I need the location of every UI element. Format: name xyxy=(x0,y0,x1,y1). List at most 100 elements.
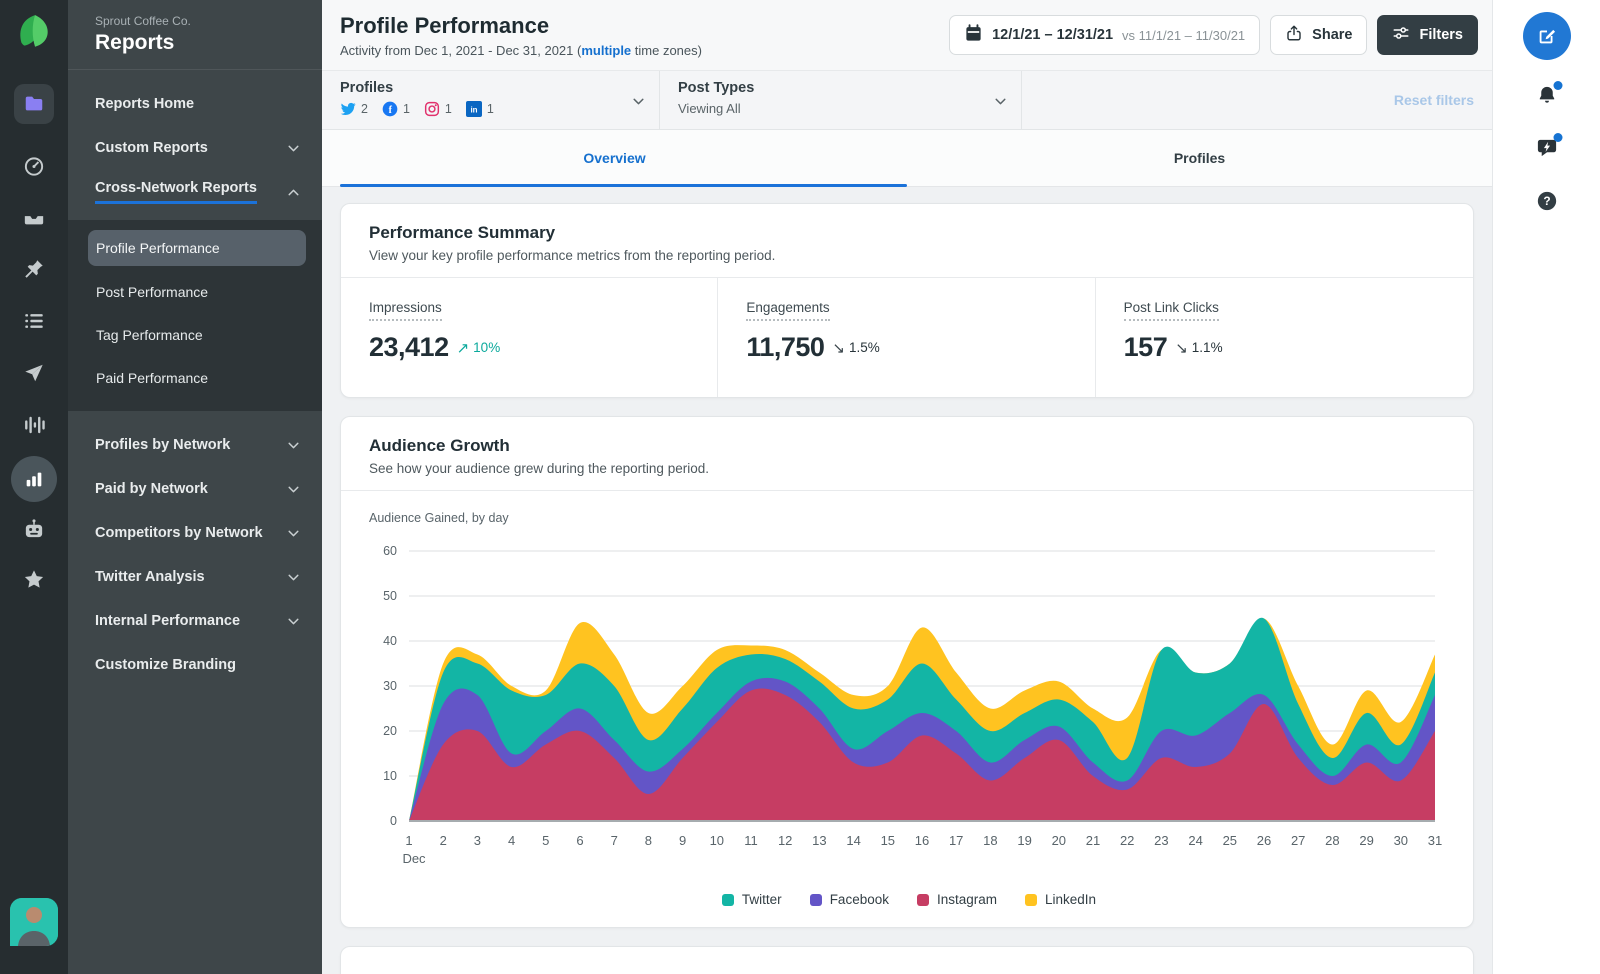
sidebar-item-internal-performance[interactable]: Internal Performance xyxy=(68,599,322,643)
folder-icon[interactable] xyxy=(14,84,54,124)
instagram-profile-count: 1 xyxy=(424,101,452,117)
summary-description: View your key profile performance metric… xyxy=(369,248,776,263)
chevron-up-icon xyxy=(288,189,299,195)
svg-text:25: 25 xyxy=(1223,833,1237,848)
svg-text:24: 24 xyxy=(1188,833,1202,848)
profiles-filter[interactable]: Profiles 2 f 1 1 in 1 xyxy=(322,71,660,129)
svg-text:12: 12 xyxy=(778,833,792,848)
trend-up-icon: ↗ xyxy=(456,339,470,357)
metric-delta: ↘ 1.1% xyxy=(1175,339,1223,357)
performance-summary-card: Performance Summary View your key profil… xyxy=(340,203,1474,398)
sidebar-item-label: Competitors by Network xyxy=(95,525,263,541)
sidebar-item-reports-home[interactable]: Reports Home xyxy=(68,82,322,126)
sidebar-item-custom-reports[interactable]: Custom Reports xyxy=(68,126,322,170)
twitter-profile-count: 2 xyxy=(340,101,368,117)
twitter-icon xyxy=(340,102,356,116)
sidebar-item-post-performance[interactable]: Post Performance xyxy=(68,270,322,313)
sidebar-item-cross-network-reports[interactable]: Cross-Network Reports xyxy=(68,170,322,214)
sprout-leaf-logo[interactable] xyxy=(15,12,53,52)
svg-text:27: 27 xyxy=(1291,833,1305,848)
robot-icon[interactable] xyxy=(23,518,46,541)
waveform-icon[interactable] xyxy=(23,414,45,436)
chat-dot xyxy=(1553,133,1562,142)
facebook-profile-count: f1 xyxy=(382,101,410,117)
svg-text:9: 9 xyxy=(679,833,686,848)
svg-text:13: 13 xyxy=(812,833,826,848)
sidebar-item-tag-performance[interactable]: Tag Performance xyxy=(68,313,322,356)
facebook-icon: f xyxy=(382,101,398,117)
svg-text:16: 16 xyxy=(915,833,929,848)
summary-title: Performance Summary xyxy=(369,223,556,242)
gauge-icon[interactable] xyxy=(23,155,46,178)
metric-label[interactable]: Post Link Clicks xyxy=(1123,300,1219,321)
svg-text:15: 15 xyxy=(881,833,895,848)
svg-text:7: 7 xyxy=(611,833,618,848)
sidebar-item-paid-performance[interactable]: Paid Performance xyxy=(68,356,322,399)
sidebar-item-paid-by-network[interactable]: Paid by Network xyxy=(68,467,322,511)
chart-label: Audience Gained, by day xyxy=(369,511,509,525)
sidebar-item-profiles-by-network[interactable]: Profiles by Network xyxy=(68,423,322,467)
reset-filters-link[interactable]: Reset filters xyxy=(1022,71,1492,129)
svg-text:8: 8 xyxy=(645,833,652,848)
paper-plane-icon[interactable] xyxy=(23,362,45,384)
sidebar-item-customize-branding[interactable]: Customize Branding xyxy=(68,643,322,687)
multiple-timezones-link[interactable]: multiple xyxy=(581,43,631,58)
audience-growth-title: Audience Growth xyxy=(369,436,510,455)
legend-item-twitter[interactable]: Twitter xyxy=(721,892,782,907)
post-types-filter[interactable]: Post Types Viewing All xyxy=(660,71,1022,129)
share-icon xyxy=(1285,24,1303,46)
sidebar-item-twitter-analysis[interactable]: Twitter Analysis xyxy=(68,555,322,599)
bar-chart-icon[interactable] xyxy=(11,456,57,502)
chevron-down-icon xyxy=(288,530,299,536)
sidebar-item-profile-performance[interactable]: Profile Performance xyxy=(88,230,306,266)
share-button[interactable]: Share xyxy=(1270,15,1368,55)
svg-text:?: ? xyxy=(1543,194,1550,208)
help-icon[interactable]: ? xyxy=(1536,190,1558,217)
list-icon[interactable] xyxy=(23,310,45,332)
linkedin-icon: in xyxy=(465,101,482,117)
legend-item-facebook[interactable]: Facebook xyxy=(809,892,889,907)
sliders-icon xyxy=(1392,24,1410,46)
chevron-down-icon xyxy=(288,574,299,580)
sidebar-item-label: Paid by Network xyxy=(95,481,208,497)
sidebar-item-label: Cross-Network Reports xyxy=(95,180,257,204)
user-avatar[interactable] xyxy=(10,898,58,946)
svg-text:28: 28 xyxy=(1325,833,1339,848)
page-subtitle: Activity from Dec 1, 2021 - Dec 31, 2021… xyxy=(340,42,702,58)
tab-profiles[interactable]: Profiles xyxy=(907,130,1492,186)
pushpin-icon[interactable] xyxy=(23,258,45,280)
bell-icon[interactable] xyxy=(1535,81,1562,112)
tab-overview[interactable]: Overview xyxy=(322,130,907,187)
app-icon-rail xyxy=(0,0,68,974)
svg-text:17: 17 xyxy=(949,833,963,848)
chat-lightning-icon[interactable] xyxy=(1535,133,1562,164)
metric-impressions: Impressions 23,412 ↗ 10% xyxy=(341,278,719,397)
metric-label[interactable]: Impressions xyxy=(369,300,442,321)
date-range-button[interactable]: 12/1/21 – 12/31/21 vs 11/1/21 – 11/30/21 xyxy=(949,15,1261,55)
star-icon[interactable] xyxy=(23,568,46,591)
trend-down-icon: ↘ xyxy=(832,339,845,357)
profile-network-counts: 2 f 1 1 in 1 xyxy=(340,101,643,117)
sidebar-item-competitors-by-network[interactable]: Competitors by Network xyxy=(68,511,322,555)
metric-delta: ↘ 1.5% xyxy=(832,339,880,357)
metric-engagements: Engagements 11,750 ↘ 1.5% xyxy=(718,278,1096,397)
main-content: Profile Performance Activity from Dec 1,… xyxy=(322,0,1492,974)
legend-swatch xyxy=(809,893,822,906)
svg-text:11: 11 xyxy=(744,833,758,848)
legend-swatch xyxy=(916,893,929,906)
audience-growth-description: See how your audience grew during the re… xyxy=(369,461,709,476)
metric-label[interactable]: Engagements xyxy=(746,300,830,321)
sidebar-item-label: Internal Performance xyxy=(95,613,241,629)
inbox-tray-icon[interactable] xyxy=(23,206,45,228)
filters-label: Filters xyxy=(1419,27,1463,43)
filters-button[interactable]: Filters xyxy=(1377,15,1478,55)
svg-text:2: 2 xyxy=(440,833,447,848)
legend-item-instagram[interactable]: Instagram xyxy=(916,892,997,907)
legend-item-linkedin[interactable]: LinkedIn xyxy=(1025,892,1096,907)
linkedin-profile-count: in 1 xyxy=(465,101,494,117)
svg-text:18: 18 xyxy=(983,833,997,848)
compose-icon[interactable] xyxy=(1522,12,1571,60)
company-name: Sprout Coffee Co. xyxy=(95,14,191,28)
svg-text:23: 23 xyxy=(1154,833,1168,848)
svg-text:1: 1 xyxy=(405,833,412,848)
